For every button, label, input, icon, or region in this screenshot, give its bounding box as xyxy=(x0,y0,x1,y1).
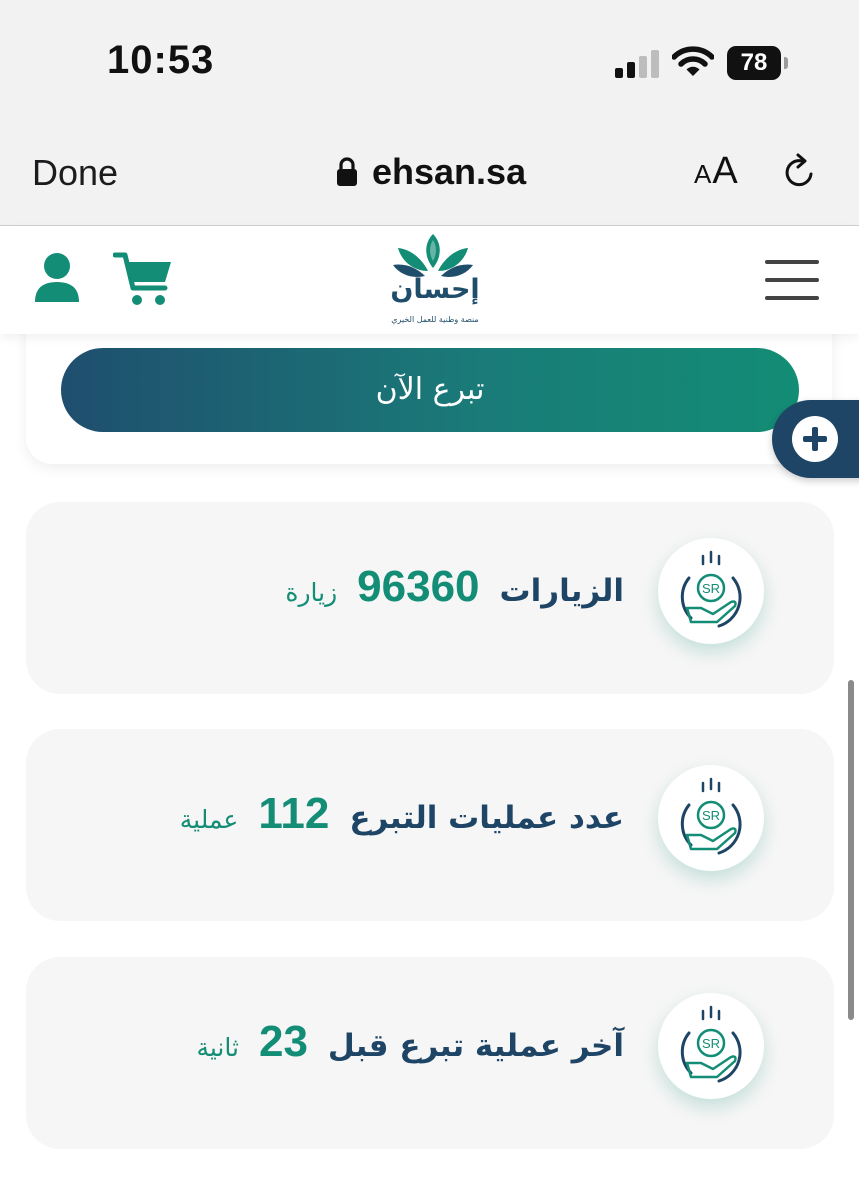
stat-label: عدد عمليات التبرع xyxy=(349,800,624,836)
stat-value: 23 xyxy=(258,1017,308,1066)
site-header: إحسان منصة وطنية للعمل الخيري xyxy=(0,226,859,334)
plus-circle xyxy=(792,416,838,462)
logo-wordmark: إحسان xyxy=(390,274,480,305)
logo-tagline: منصة وطنية للعمل الخيري xyxy=(391,315,479,324)
battery-level: 78 xyxy=(727,46,781,80)
stat-unit: عملية xyxy=(179,805,239,834)
stat-card-donation-count: SR عدد عمليات التبرع 112 عملية xyxy=(26,729,834,921)
donate-now-button[interactable]: تبرع الآن xyxy=(61,348,799,432)
stat-value: 112 xyxy=(258,789,330,838)
stat-card-last-donation: SR آخر عملية تبرع قبل 23 ثانية xyxy=(26,957,834,1149)
address-bar[interactable]: ehsan.sa xyxy=(336,148,526,196)
hand-coin-sr-icon: SR xyxy=(680,777,742,855)
stat-unit: زيارة xyxy=(285,578,338,607)
cart-icon[interactable] xyxy=(113,250,175,308)
battery-icon: 78 xyxy=(727,46,789,80)
floating-add-button[interactable] xyxy=(772,400,859,478)
stat-icon-text: SR xyxy=(702,581,720,596)
stat-label: آخر عملية تبرع قبل xyxy=(327,1028,624,1064)
battery-tip xyxy=(784,57,788,69)
user-icon[interactable] xyxy=(33,252,81,304)
stat-text: آخر عملية تبرع قبل 23 ثانية xyxy=(196,1017,624,1077)
hamburger-menu-icon[interactable] xyxy=(765,258,819,302)
stat-card-visits: SR الزيارات 96360 زيارة xyxy=(26,502,834,694)
site-logo[interactable]: إحسان منصة وطنية للعمل الخيري xyxy=(385,232,485,328)
lock-icon xyxy=(337,157,357,186)
url-text: ehsan.sa xyxy=(372,151,527,192)
done-button[interactable]: Done xyxy=(32,152,118,194)
wifi-icon xyxy=(672,46,714,76)
stat-unit: ثانية xyxy=(196,1033,239,1062)
stat-label: الزيارات xyxy=(499,573,624,609)
stat-icon-badge: SR xyxy=(658,765,764,871)
page-scrollbar[interactable] xyxy=(848,680,854,1020)
text-size-large-glyph: A xyxy=(712,150,738,192)
cellular-signal-icon xyxy=(615,50,659,78)
stat-icon-text: SR xyxy=(702,808,720,823)
hand-coin-sr-icon: SR xyxy=(680,550,742,628)
text-size-button[interactable]: A A xyxy=(694,150,738,193)
main-content: تبرع الآن SR الزيارات 96360 زيارة SR عدد… xyxy=(0,334,859,1200)
browser-toolbar: Done ehsan.sa A A xyxy=(0,120,859,226)
stat-text: الزيارات 96360 زيارة xyxy=(285,562,624,622)
reload-icon[interactable] xyxy=(780,152,820,192)
status-bar: 10:53 78 xyxy=(0,0,859,120)
stat-text: عدد عمليات التبرع 112 عملية xyxy=(180,789,624,849)
donate-card: تبرع الآن xyxy=(26,334,832,464)
stat-icon-badge: SR xyxy=(658,993,764,1099)
status-time: 10:53 xyxy=(107,38,215,82)
stat-value: 96360 xyxy=(357,562,480,611)
text-size-small-glyph: A xyxy=(694,159,712,189)
stat-icon-badge: SR xyxy=(658,538,764,644)
hand-coin-sr-icon: SR xyxy=(680,1005,742,1083)
stat-icon-text: SR xyxy=(702,1036,720,1051)
plus-icon xyxy=(803,427,827,451)
